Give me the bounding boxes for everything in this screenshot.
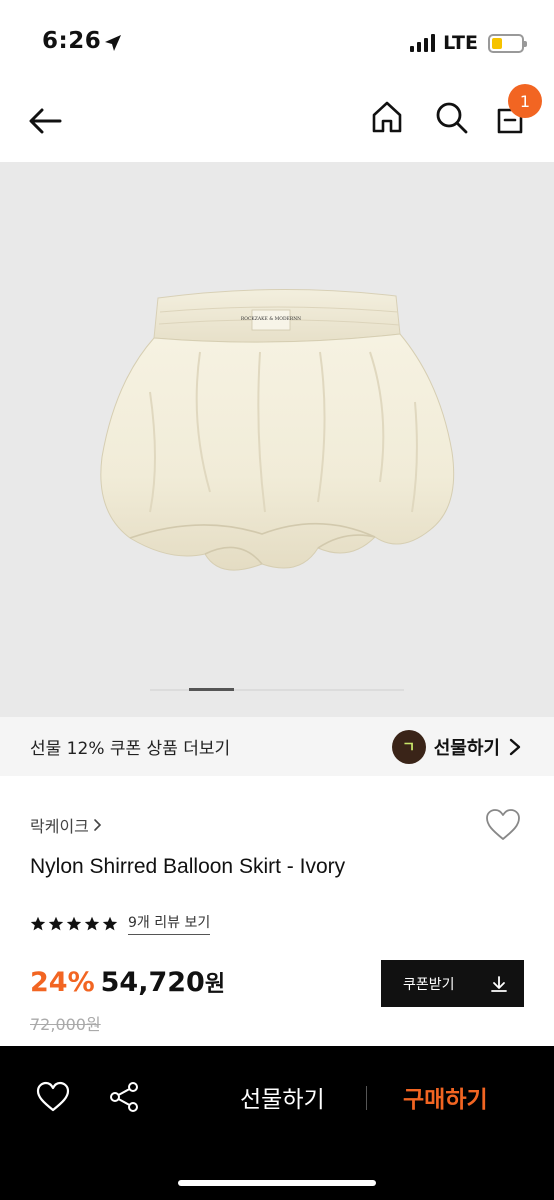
rating-stars (30, 916, 118, 932)
gift-link-label: 선물하기 (433, 737, 500, 759)
star-icon (30, 916, 46, 930)
signal-icon (410, 34, 436, 52)
download-icon (491, 975, 507, 992)
button-divider (366, 1086, 367, 1110)
gift-link[interactable]: ㄱ 선물하기 (391, 729, 522, 764)
search-icon[interactable] (432, 98, 470, 136)
original-price: 72,000원 (30, 1015, 101, 1034)
home-icon[interactable] (368, 98, 406, 136)
product-info: 락케이크 Nylon Shirred Balloon Skirt - Ivory… (0, 776, 554, 1046)
star-icon (48, 916, 64, 930)
star-icon (102, 916, 118, 930)
product-image-gallery[interactable]: ROCKZAKE & MODERNN (0, 162, 554, 717)
status-indicators: LTE (410, 32, 527, 54)
chevron-right-icon (509, 738, 521, 755)
brand-name: 락케이크 (30, 817, 89, 836)
star-icon (84, 916, 100, 930)
star-icon (66, 916, 82, 930)
chevron-right-icon (94, 819, 102, 831)
coupon-button-label: 쿠폰받기 (403, 976, 455, 993)
share-icon[interactable] (107, 1080, 141, 1114)
gift-button[interactable]: 선물하기 (240, 1080, 325, 1114)
gift-coupon-banner[interactable]: 선물 12% 쿠폰 상품 더보기 ㄱ 선물하기 (0, 717, 554, 776)
price-row: 24% 54,720원 (30, 966, 225, 998)
slide-indicator (150, 688, 404, 691)
cart-count-badge: 1 (508, 84, 542, 118)
status-bar: 6:26 LTE (0, 0, 554, 80)
network-label: LTE (443, 32, 478, 54)
status-time: 6:26 (42, 28, 102, 54)
heart-icon[interactable] (36, 1080, 70, 1114)
battery-icon (488, 33, 527, 53)
back-arrow-icon[interactable] (26, 101, 66, 141)
rating-row: 9개 리뷰 보기 (30, 912, 211, 935)
sale-price: 54,720원 (101, 966, 225, 998)
home-indicator[interactable] (178, 1180, 376, 1186)
location-arrow-icon (105, 35, 121, 51)
gift-logo-icon: ㄱ (391, 729, 426, 764)
sale-price-value: 54,720 (100, 967, 205, 998)
product-image: ROCKZAKE & MODERNN (100, 288, 455, 571)
brand-tag-text: ROCKZAKE & MODERNN (241, 316, 301, 322)
product-title: Nylon Shirred Balloon Skirt - Ivory (30, 855, 346, 878)
bottom-action-bar: 선물하기 구매하기 (0, 1046, 554, 1200)
coupon-download-button[interactable]: 쿠폰받기 (381, 960, 524, 1007)
wishlist-heart-icon[interactable] (484, 806, 522, 844)
review-link[interactable]: 9개 리뷰 보기 (128, 912, 211, 935)
gift-banner-text: 선물 12% 쿠폰 상품 더보기 (30, 739, 231, 759)
currency-label: 원 (204, 972, 226, 997)
top-nav: 1 (0, 80, 554, 162)
buy-button[interactable]: 구매하기 (403, 1080, 488, 1114)
discount-rate: 24% (30, 967, 95, 998)
brand-link[interactable]: 락케이크 (30, 813, 103, 837)
